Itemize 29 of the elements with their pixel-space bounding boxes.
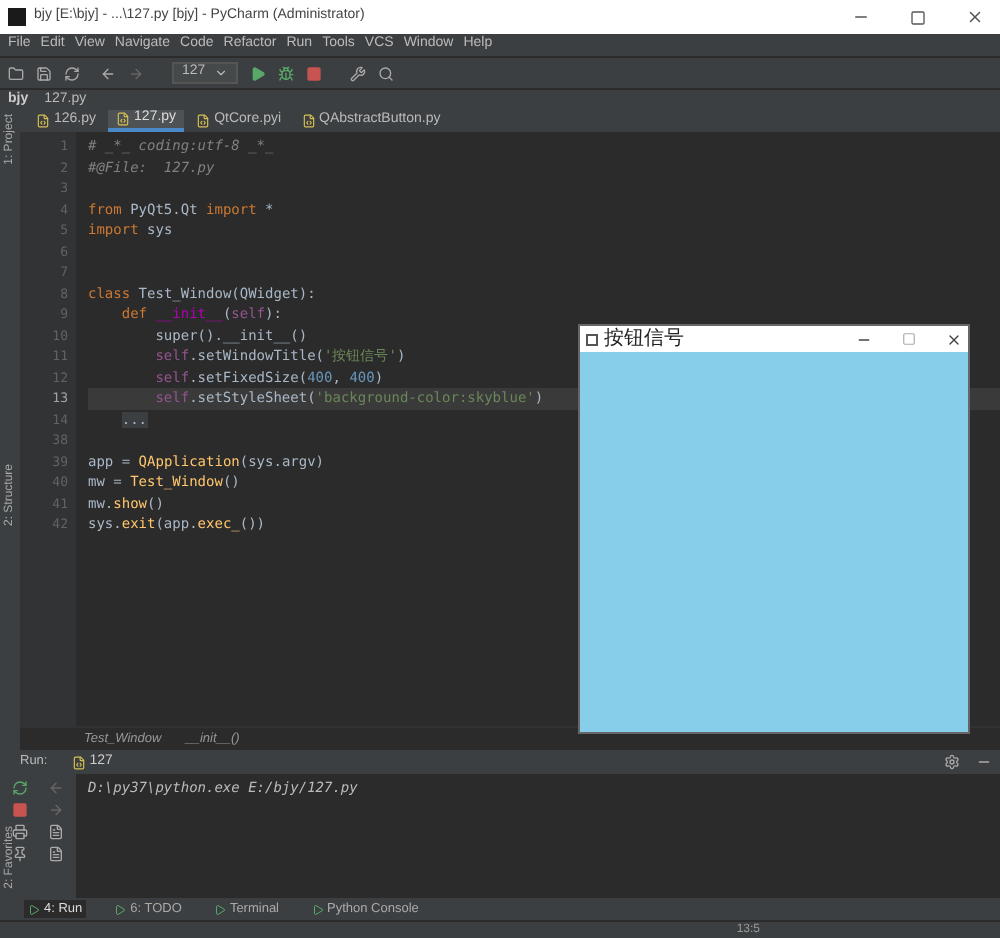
play-icon: [311, 903, 323, 915]
python-file-icon: [71, 755, 86, 769]
sync-icon[interactable]: [64, 65, 80, 81]
run-icon[interactable]: [249, 65, 266, 81]
stop-icon[interactable]: [305, 65, 322, 81]
settings-icon[interactable]: [944, 754, 960, 770]
python-file-icon: [301, 114, 316, 128]
debug-icon[interactable]: [277, 65, 294, 81]
stop-icon[interactable]: [12, 802, 29, 818]
pin-icon[interactable]: [12, 846, 29, 862]
folder-icon[interactable]: [8, 65, 24, 81]
python-file-icon: [196, 114, 211, 128]
back-icon[interactable]: [100, 65, 116, 81]
save-icon[interactable]: [36, 65, 52, 81]
python-file-icon: [36, 114, 50, 128]
close-icon[interactable]: [946, 331, 962, 347]
maximize-icon[interactable]: [910, 9, 926, 25]
rerun-icon[interactable]: [12, 780, 29, 796]
app-icon: [8, 8, 26, 26]
print-icon[interactable]: [12, 824, 29, 840]
close-icon[interactable]: [966, 8, 984, 26]
qt-window-title: 按钮信号: [604, 328, 684, 350]
wrench-icon[interactable]: [349, 65, 366, 81]
play-icon: [28, 903, 40, 915]
qt-app-icon: [586, 333, 598, 345]
play-icon: [114, 903, 127, 915]
search-icon[interactable]: [377, 65, 394, 81]
play-icon: [213, 903, 226, 915]
python-file-icon: [116, 112, 131, 126]
